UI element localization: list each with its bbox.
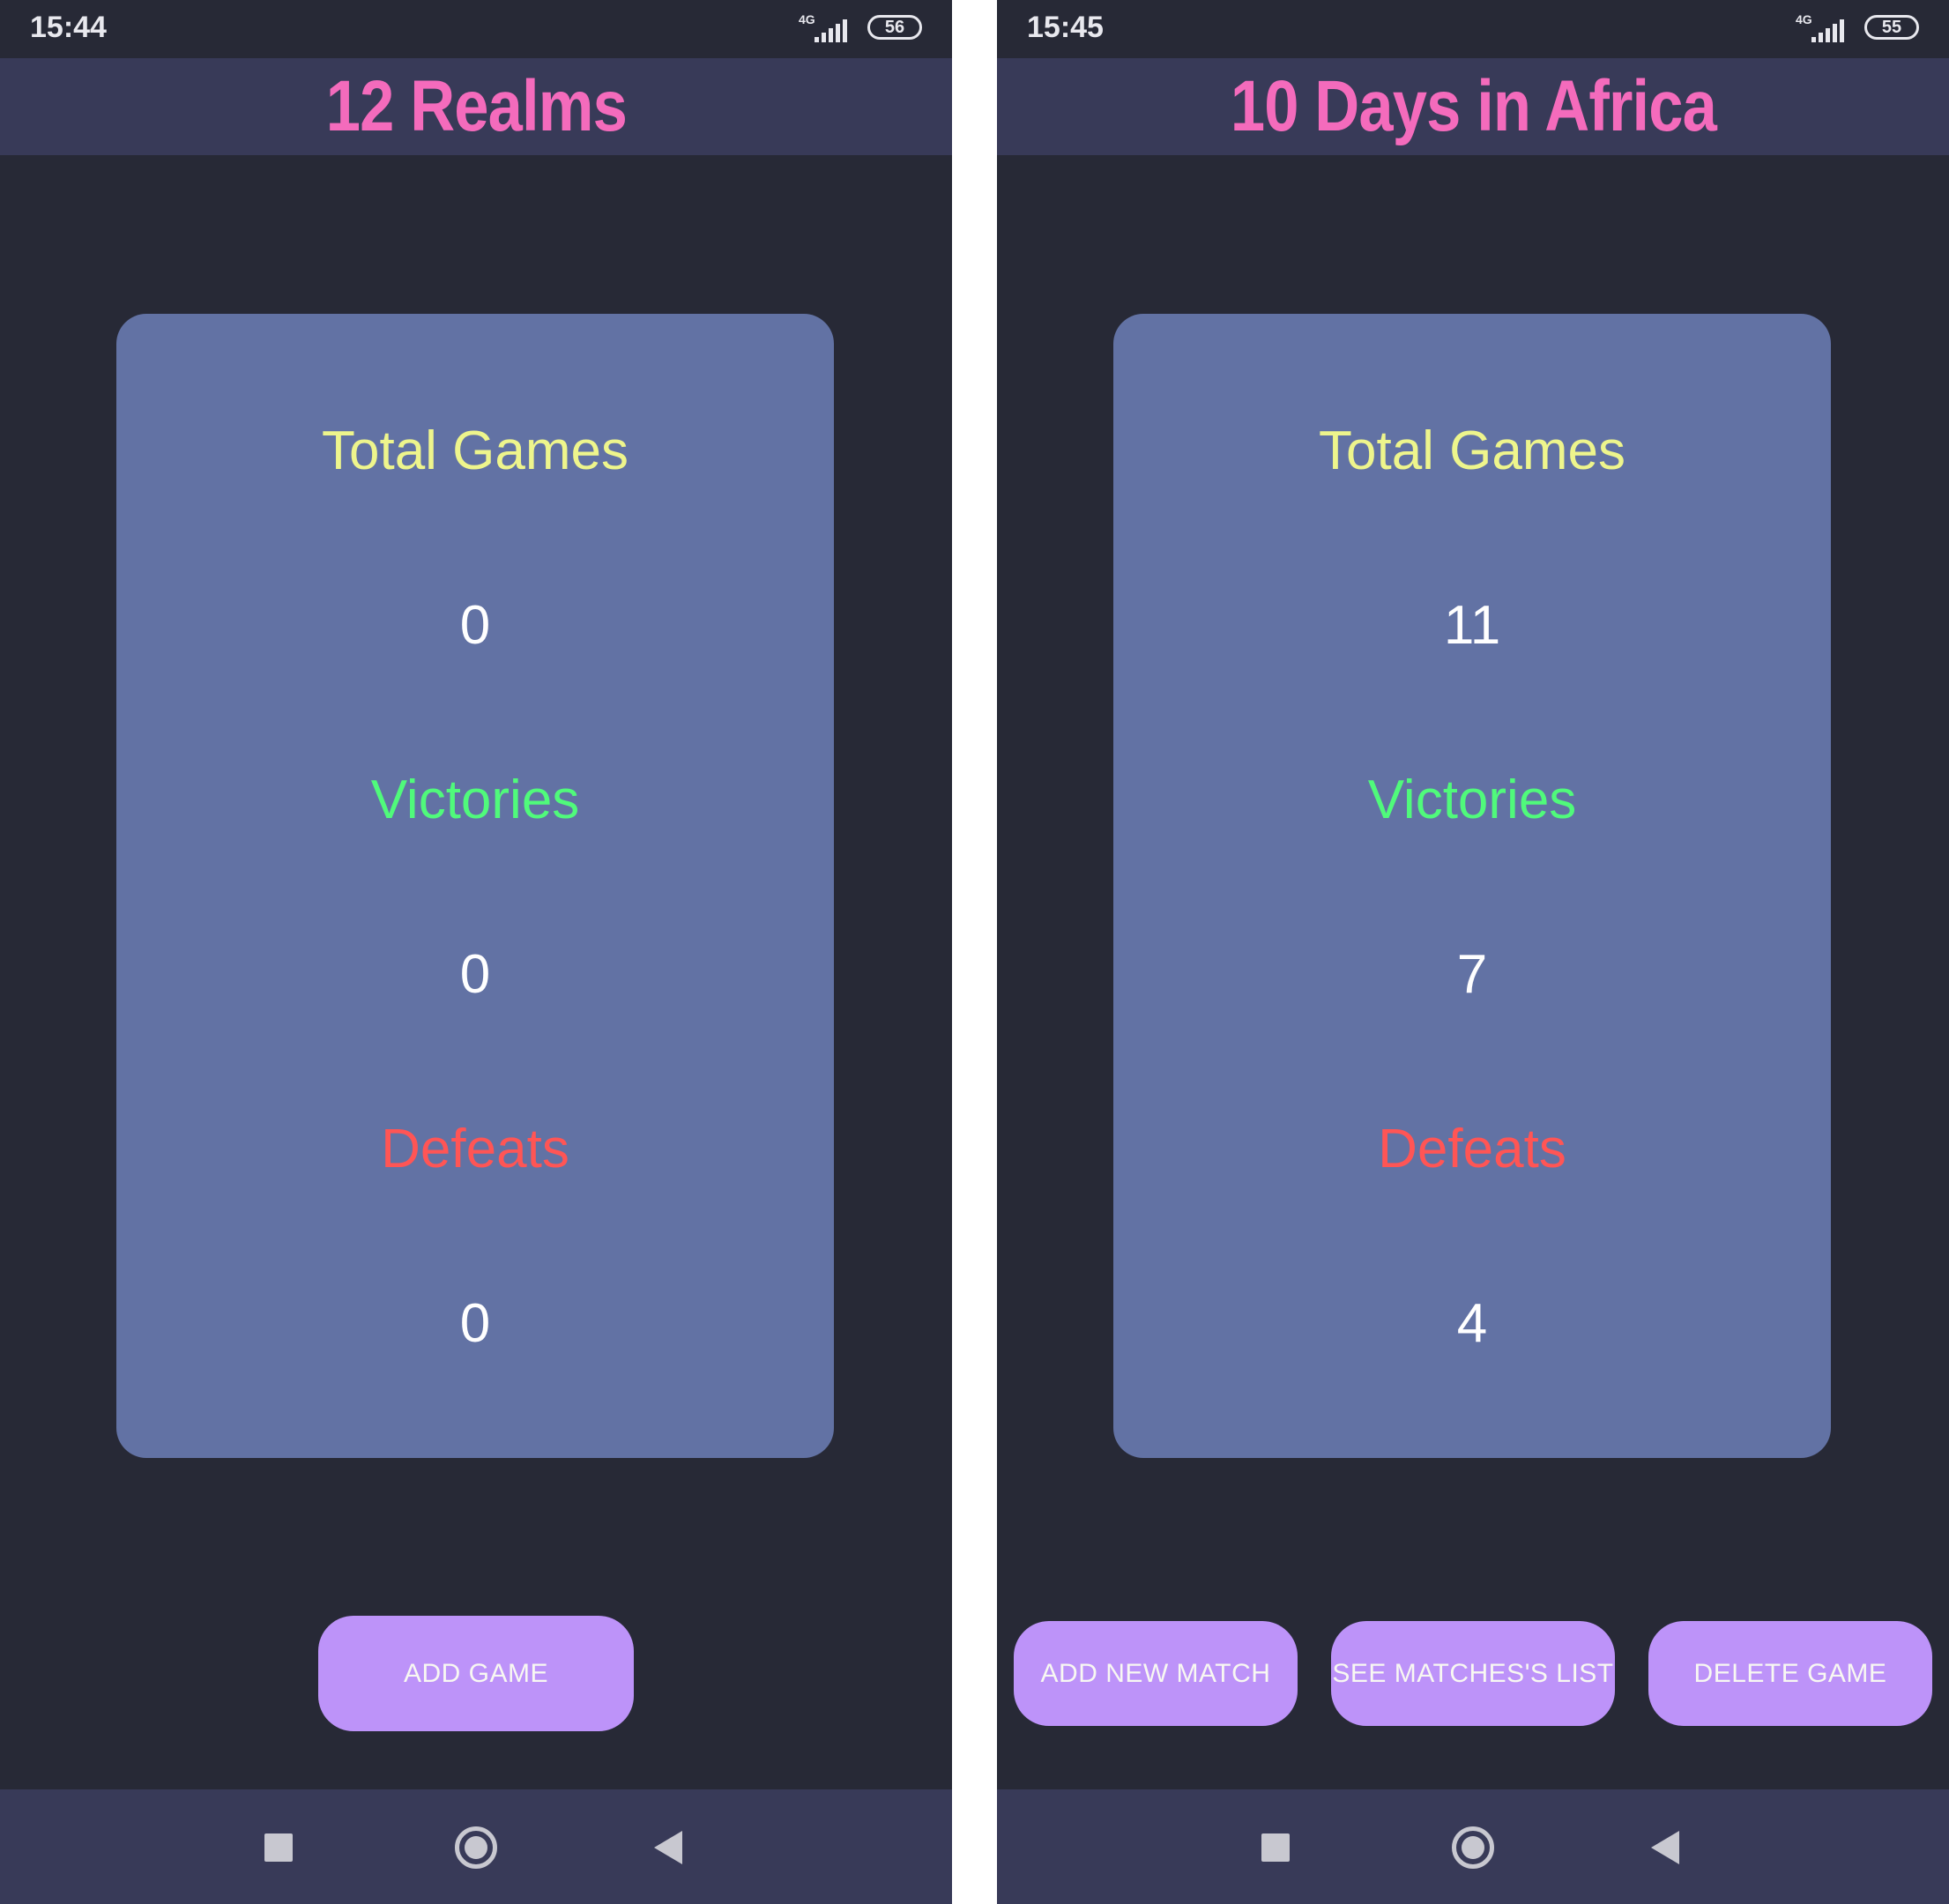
defeats-value: 4: [1456, 1293, 1488, 1354]
stats-card: Total Games 0 Victories 0 Defeats 0: [116, 314, 834, 1458]
home-circle-icon[interactable]: [455, 1826, 497, 1869]
defeats-label: Defeats: [1378, 1119, 1566, 1179]
signal-icon: 4G: [1796, 12, 1849, 44]
back-triangle-icon[interactable]: [654, 1831, 682, 1864]
status-time: 15:45: [1027, 11, 1104, 44]
victories-value: 0: [459, 944, 491, 1005]
status-bar: 15:45 4G 55: [997, 0, 1949, 58]
battery-icon: 55: [1864, 15, 1919, 40]
game-title: 12 Realms: [325, 66, 627, 146]
defeats-label: Defeats: [381, 1119, 569, 1179]
app-bar: 10 Days in Africa: [997, 58, 1949, 155]
total-games-label: Total Games: [1318, 420, 1626, 481]
signal-icon: 4G: [799, 12, 852, 44]
battery-icon: 56: [867, 15, 922, 40]
app-bar: 12 Realms: [0, 58, 952, 155]
victories-label: Victories: [1367, 770, 1577, 830]
total-games-value: 0: [459, 595, 491, 656]
defeats-value: 0: [459, 1293, 491, 1354]
home-circle-icon[interactable]: [1452, 1826, 1494, 1869]
network-type-label: 4G: [799, 12, 815, 26]
game-title: 10 Days in Africa: [1230, 66, 1716, 146]
system-nav-bar: [0, 1789, 952, 1904]
phone-screen-left: 15:44 4G 56 12 Realms Total Games 0 Vict…: [0, 0, 952, 1904]
status-icons: 4G 55: [1796, 12, 1919, 48]
add-new-match-button[interactable]: ADD NEW MATCH: [1014, 1621, 1298, 1726]
victories-value: 7: [1456, 944, 1488, 1005]
system-nav-bar: [997, 1789, 1949, 1904]
recents-square-icon[interactable]: [1261, 1833, 1290, 1862]
total-games-value: 11: [1443, 595, 1501, 656]
victories-label: Victories: [370, 770, 580, 830]
add-game-button[interactable]: ADD GAME: [318, 1616, 634, 1731]
total-games-label: Total Games: [321, 420, 629, 481]
phone-screen-right: 15:45 4G 55 10 Days in Africa Total Game…: [997, 0, 1949, 1904]
stats-card: Total Games 11 Victories 7 Defeats 4: [1113, 314, 1831, 1458]
network-type-label: 4G: [1796, 12, 1812, 26]
recents-square-icon[interactable]: [264, 1833, 293, 1862]
delete-game-button[interactable]: DELETE GAME: [1648, 1621, 1932, 1726]
status-time: 15:44: [30, 11, 107, 44]
status-icons: 4G 56: [799, 12, 922, 48]
status-bar: 15:44 4G 56: [0, 0, 952, 58]
back-triangle-icon[interactable]: [1651, 1831, 1679, 1864]
see-matches-list-button[interactable]: SEE MATCHES'S LIST: [1331, 1621, 1615, 1726]
